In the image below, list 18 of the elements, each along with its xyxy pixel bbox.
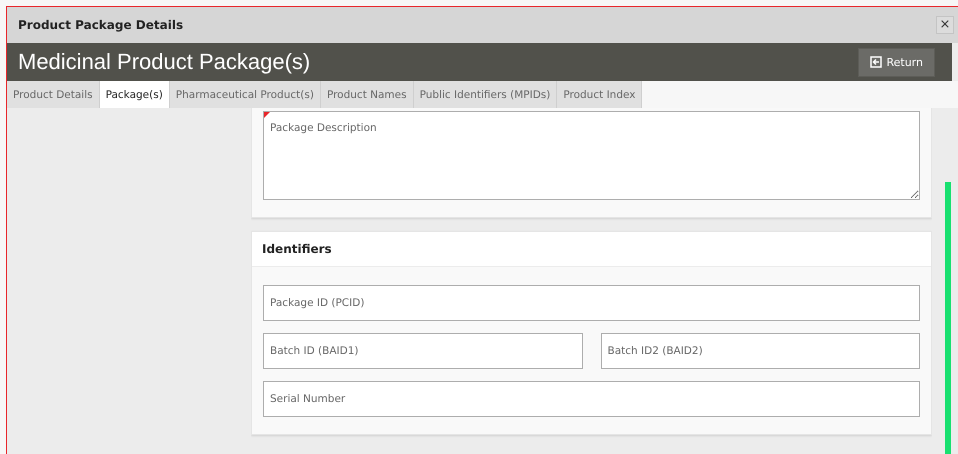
tab[interactable]: Pharmaceutical Product(s): [170, 81, 321, 108]
tab[interactable]: Product Names: [320, 81, 414, 108]
tab[interactable]: Product Details: [7, 81, 100, 108]
text-field[interactable]: Serial Number: [263, 381, 920, 417]
page-title: Medicinal Product Package(s): [18, 49, 310, 75]
tab[interactable]: Package(s): [100, 81, 170, 108]
text-field[interactable]: Batch ID2 (BAID2): [600, 333, 920, 369]
tab[interactable]: Product Index: [557, 81, 642, 108]
description-field[interactable]: Package Description: [263, 111, 920, 200]
return-icon: [870, 56, 882, 68]
window-title: Product Package Details: [18, 18, 184, 32]
text-field[interactable]: Batch ID (BAID1): [263, 333, 582, 369]
card-title: Identifiers: [262, 242, 332, 256]
return-button[interactable]: Return: [858, 48, 935, 76]
tab[interactable]: Public Identifiers (MPIDs): [414, 81, 558, 108]
scrollbar-thumb[interactable]: [945, 182, 951, 454]
text-field[interactable]: Package ID (PCID): [263, 285, 920, 321]
close-button[interactable]: ×: [936, 16, 954, 34]
